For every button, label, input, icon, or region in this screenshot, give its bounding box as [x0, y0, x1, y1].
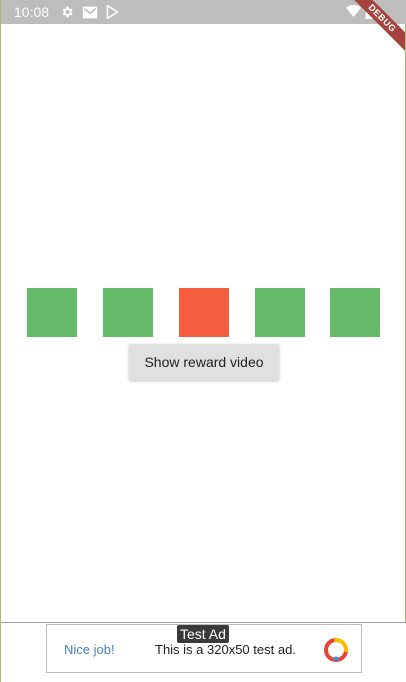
square-1[interactable]: [27, 288, 77, 337]
ad-headline: Nice job!: [64, 642, 115, 657]
square-4[interactable]: [255, 288, 305, 337]
app-screen: 10:08 DEBUG Show reward video Nice job! …: [0, 0, 406, 682]
ad-body-text: This is a 320x50 test ad.: [155, 642, 296, 657]
show-reward-video-button[interactable]: Show reward video: [129, 344, 279, 380]
wifi-icon: [346, 4, 361, 19]
test-ad-label: Test Ad: [177, 625, 229, 643]
square-5[interactable]: [330, 288, 380, 337]
gear-icon: [60, 5, 74, 19]
status-bar: 10:08: [1, 0, 406, 24]
admob-logo-icon: [323, 637, 349, 663]
gmail-icon: [82, 5, 98, 19]
battery-icon: [365, 5, 374, 19]
square-3[interactable]: [179, 288, 229, 337]
square-2[interactable]: [103, 288, 153, 337]
play-store-icon: [105, 5, 119, 19]
status-time: 10:08: [14, 4, 50, 20]
